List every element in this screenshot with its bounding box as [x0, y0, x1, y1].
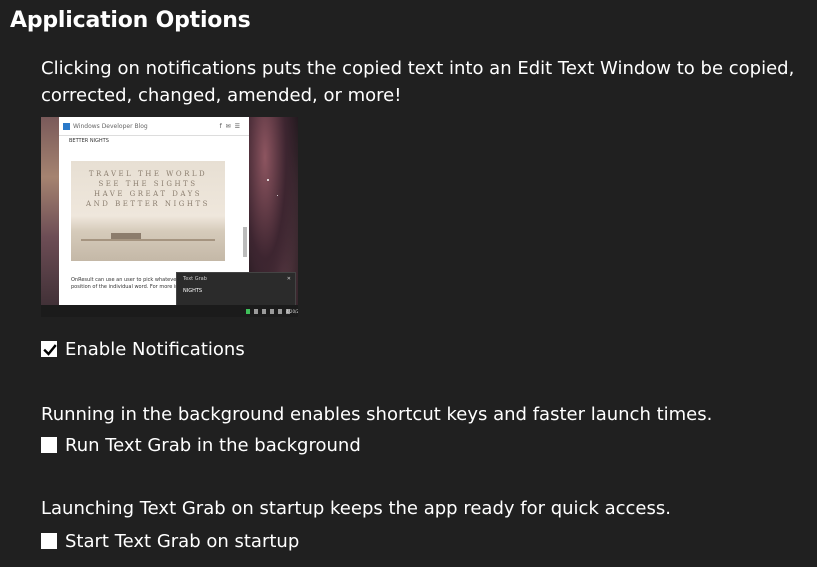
- taskbar-preview: 4/20/2021: [41, 305, 298, 317]
- hero-line-1: TRAVEL THE WORLD: [88, 170, 208, 178]
- checkbox-unchecked-icon[interactable]: [41, 533, 57, 549]
- startup-description: Launching Text Grab on startup keeps the…: [41, 498, 671, 519]
- enable-notifications-checkbox[interactable]: Enable Notifications: [41, 336, 245, 362]
- browser-crumb: BETTER NIGHTS: [69, 138, 109, 144]
- application-options-page: Application Options Clicking on notifica…: [0, 0, 817, 567]
- hero-horizon: [81, 239, 215, 241]
- checkmark-icon: [43, 344, 57, 356]
- run-in-background-label: Run Text Grab in the background: [65, 434, 361, 456]
- hero-line-4: AND BETTER NIGHTS: [86, 200, 210, 208]
- tray-icon: [254, 308, 258, 314]
- hero-line-3: HAVE GREAT DAYS: [93, 190, 203, 198]
- hero-line-2: SEE THE SIGHTS: [98, 180, 198, 188]
- enable-notifications-label: Enable Notifications: [65, 338, 245, 360]
- start-on-startup-checkbox[interactable]: Start Text Grab on startup: [41, 528, 299, 554]
- toast-title: Text Grab: [183, 276, 207, 282]
- page-title: Application Options: [10, 8, 251, 33]
- hero-text: TRAVEL THE WORLD SEE THE SIGHTS HAVE GRE…: [71, 169, 225, 209]
- toast-notification-preview: Text Grab ✕ NIGHTS: [176, 272, 296, 306]
- browser-scrollbar: [243, 227, 247, 257]
- taskbar-clock: 4/20/2021: [286, 308, 298, 314]
- star-dot: [277, 195, 278, 196]
- tray-icon: [246, 308, 250, 314]
- toast-close-icon: ✕: [286, 276, 291, 282]
- windows-logo-icon: [63, 122, 70, 130]
- browser-title: Windows Developer Blog: [73, 122, 148, 130]
- notifications-description: Clicking on notifications puts the copie…: [41, 58, 795, 106]
- notification-preview-image: Windows Developer Blog f ✉ ☰ BETTER NIGH…: [41, 117, 298, 317]
- star-dot: [267, 179, 269, 181]
- start-on-startup-label: Start Text Grab on startup: [65, 530, 300, 552]
- hero-image: TRAVEL THE WORLD SEE THE SIGHTS HAVE GRE…: [71, 161, 225, 261]
- tray-icon: [270, 308, 274, 314]
- checkbox-unchecked-icon[interactable]: [41, 437, 57, 453]
- toast-body: NIGHTS: [183, 288, 203, 294]
- share-icons: f ✉ ☰: [219, 122, 241, 130]
- tray-icon: [278, 308, 282, 314]
- run-in-background-checkbox[interactable]: Run Text Grab in the background: [41, 432, 361, 458]
- background-description: Running in the background enables shortc…: [41, 404, 713, 425]
- browser-title-bar: Windows Developer Blog f ✉ ☰: [59, 117, 249, 136]
- nebula-left-decoration: [41, 117, 61, 317]
- tray-icon: [262, 308, 266, 314]
- checkbox-checked-icon[interactable]: [41, 341, 57, 357]
